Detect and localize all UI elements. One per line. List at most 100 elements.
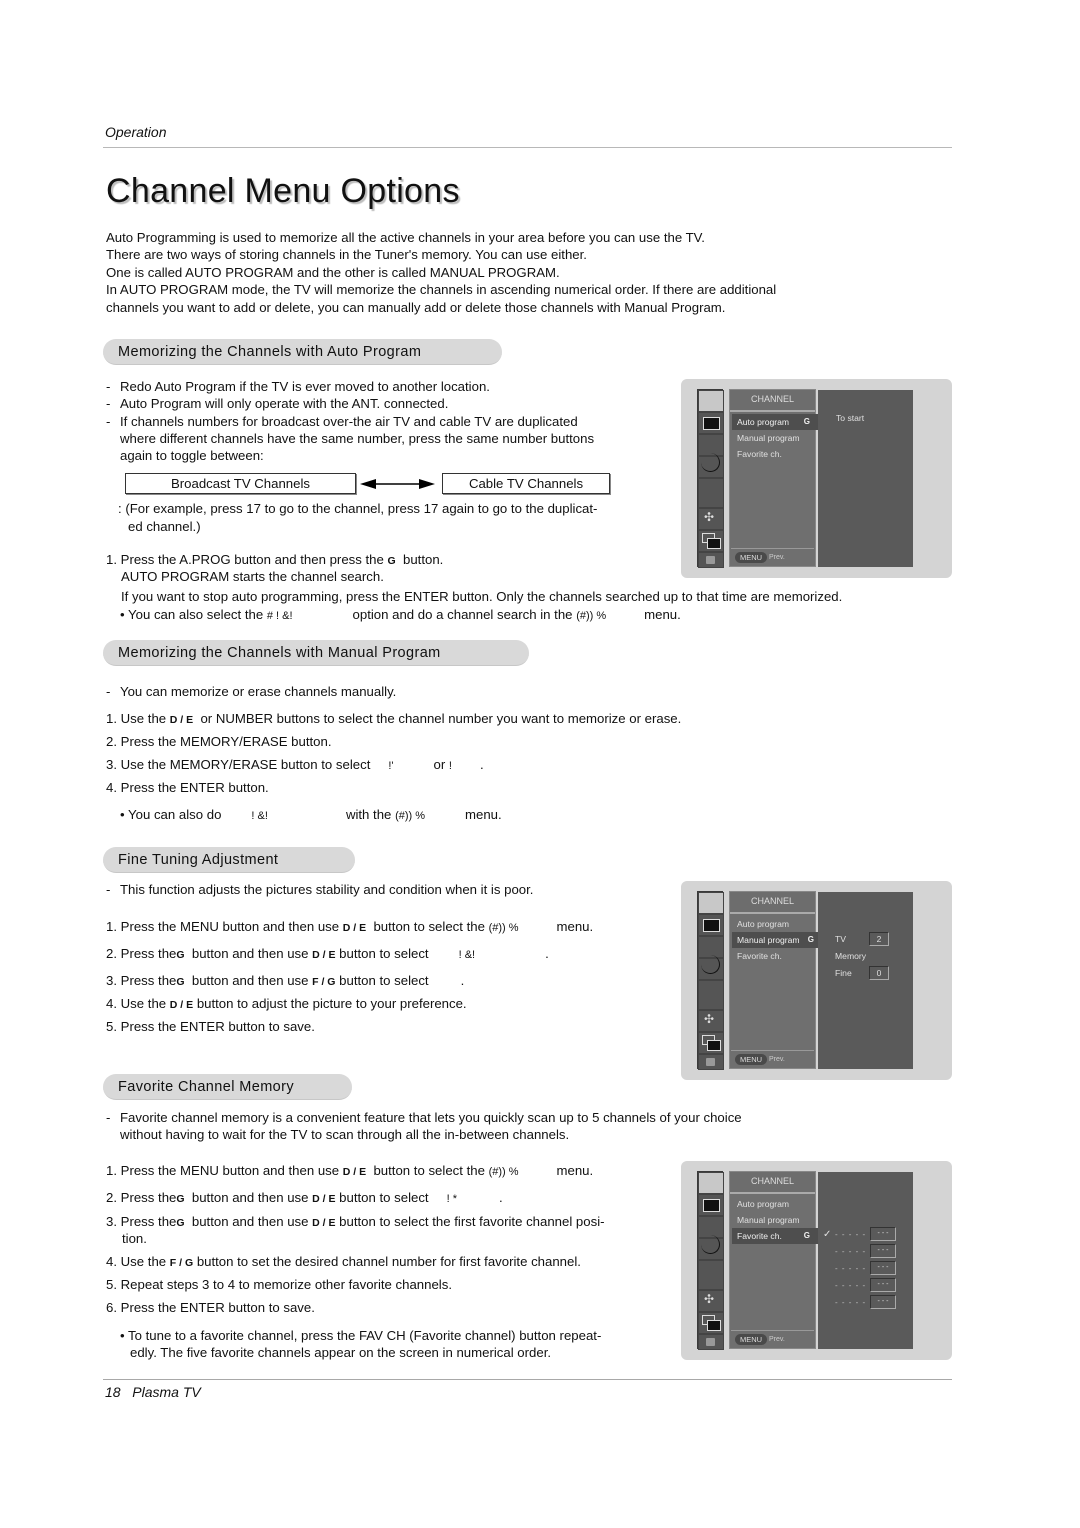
auto-program-heading: Memorizing the Channels with Auto Progra…: [103, 339, 502, 365]
step: 4. Use the D / E button to adjust the pi…: [106, 996, 467, 1011]
step: 3. Use the MEMORY/ERASE button to select…: [106, 757, 484, 772]
bullet: - Redo Auto Program if the TV is ever mov…: [106, 379, 490, 394]
time-icon: [698, 453, 724, 478]
bullet-continuation: where different channels have the same n…: [120, 431, 595, 446]
step: 3. Press theG button and then use F / G …: [106, 973, 465, 988]
example-text: : (For example, press 17 to go to the ch…: [118, 501, 598, 516]
page-footer: 18 Plasma TV: [105, 1384, 201, 1400]
osd-icon-bar: ✣: [697, 891, 724, 1070]
fav-slot-name: - - - - -: [835, 1298, 867, 1307]
section-label: Operation: [105, 124, 167, 140]
step-continuation: AUTO PROGRAM starts the channel search.: [121, 569, 384, 584]
bullet-continuation: without having to wait for the TV to sca…: [120, 1127, 570, 1142]
pip-icon: [698, 530, 724, 552]
channel-icon: ✣: [698, 1290, 724, 1312]
osd-icon-bar: ✣: [697, 1171, 724, 1350]
osd-prev-label: Prev.: [769, 1056, 785, 1063]
tip: • To tune to a favorite channel, press t…: [120, 1328, 602, 1343]
osd-item-favorite-ch[interactable]: Favorite ch.: [732, 948, 816, 964]
step: 1. Press the MENU button and then use D …: [106, 1163, 594, 1178]
intro-line: In AUTO PROGRAM mode, the TV will memori…: [106, 282, 777, 298]
favorite-channel-heading: Favorite Channel Memory: [103, 1074, 352, 1100]
pip-icon: [698, 1312, 724, 1334]
osd-item-manual-program[interactable]: Manual program: [732, 430, 816, 446]
fav-slot-value[interactable]: - - -: [870, 1261, 896, 1275]
step-continuation: tion.: [122, 1231, 147, 1246]
osd-item-auto-program[interactable]: Auto program: [732, 1196, 816, 1212]
osd-memory-label[interactable]: Memory: [835, 951, 866, 961]
step: 2. Press theG button and then use D / E …: [106, 1190, 503, 1205]
step: 5. Repeat steps 3 to 4 to memorize other…: [106, 1277, 452, 1292]
fav-slot-name: - - - - -: [835, 1281, 867, 1290]
channel-icon: ✣: [698, 508, 724, 530]
osd-icon-bar: ✣: [697, 389, 724, 568]
osd-menu-title: CHANNEL: [730, 892, 815, 914]
tv-osd-manual-program: ✣ TV 2 Memory Fine 0 CHANNEL Auto progra…: [681, 881, 952, 1080]
step: 4. Press the ENTER button.: [106, 780, 269, 795]
top-divider: [103, 147, 952, 148]
step: 1. Press the MENU button and then use D …: [106, 919, 594, 934]
osd-item-auto-program[interactable]: Auto program: [732, 916, 816, 932]
stop-note: If you want to stop auto programming, pr…: [121, 589, 843, 604]
bullet: - This function adjusts the pictures stab…: [106, 882, 534, 897]
tip: • You can also select the # ! &! option a…: [120, 607, 681, 622]
osd-item-manual-program[interactable]: Manual program G: [732, 932, 818, 948]
channel-icon: ✣: [698, 1010, 724, 1032]
blank-icon: [698, 478, 724, 508]
osd-prev-label: Prev.: [769, 554, 785, 561]
intro-line: channels you want to add or delete, you …: [106, 299, 726, 315]
fav-slot-value[interactable]: - - -: [870, 1227, 896, 1241]
step: 4. Use the F / G button to set the desir…: [106, 1254, 581, 1269]
product-name: Plasma TV: [132, 1384, 201, 1400]
tv-osd-auto-program: ✣ To start CHANNEL Auto program G Manual …: [681, 379, 952, 578]
bullet: - If channels numbers for broadcast over-…: [106, 414, 578, 429]
osd-tv-value[interactable]: 2: [869, 932, 889, 946]
time-icon: [698, 1235, 724, 1260]
osd-item-favorite-ch[interactable]: Favorite ch.: [732, 446, 816, 462]
manual-program-heading: Memorizing the Channels with Manual Prog…: [103, 640, 529, 666]
picture-icon: [698, 412, 724, 434]
osd-menu-button[interactable]: MENU: [735, 1334, 768, 1345]
right-arrow-icon: G: [807, 935, 814, 944]
intro-line: One is called AUTO PROGRAM and the other…: [106, 264, 560, 280]
up-down-button-glyph: D / E: [169, 714, 194, 726]
bullet-continuation: again to toggle between:: [120, 448, 264, 463]
osd-footer: MENU Prev.: [731, 548, 814, 565]
bullet: - Favorite channel memory is a convenient…: [106, 1110, 742, 1125]
fav-slot-value[interactable]: - - -: [870, 1295, 896, 1309]
picture-icon: [698, 1194, 724, 1216]
example-text: ed channel.): [128, 519, 201, 534]
tip: • You can also do! &! with the (#)) % menu…: [120, 807, 502, 822]
setup-icon: [698, 390, 724, 412]
lock-icon: [698, 552, 724, 568]
osd-fine-label: Fine: [835, 968, 852, 978]
right-arrow-button-glyph: G: [387, 555, 396, 567]
osd-hint: To start: [836, 413, 865, 423]
osd-footer: MENU Prev.: [731, 1050, 814, 1067]
pip-icon: [698, 1032, 724, 1054]
osd-fine-value[interactable]: 0: [869, 966, 889, 980]
osd-footer: MENU Prev.: [731, 1330, 814, 1347]
step: 6. Press the ENTER button to save.: [106, 1300, 315, 1315]
bullet: - Auto Program will only operate with the…: [106, 396, 449, 411]
bottom-divider: [103, 1379, 952, 1380]
osd-item-manual-program[interactable]: Manual program: [732, 1212, 816, 1228]
intro-paragraph: Auto Programming is used to memorize all…: [106, 229, 886, 316]
osd-item-favorite-ch[interactable]: Favorite ch. G: [732, 1228, 818, 1244]
right-arrow-icon: G: [803, 1231, 810, 1240]
osd-menu-button[interactable]: MENU: [735, 552, 768, 563]
osd-prev-label: Prev.: [769, 1336, 785, 1343]
osd-item-auto-program[interactable]: Auto program G: [732, 414, 818, 430]
cable-channels-box: Cable TV Channels: [442, 473, 610, 494]
time-icon: [698, 955, 724, 980]
step: 2. Press the MEMORY/ERASE button.: [106, 734, 332, 749]
fav-slot-value[interactable]: - - -: [870, 1278, 896, 1292]
osd-menu-button[interactable]: MENU: [735, 1054, 768, 1065]
page-title: Channel Menu Options: [106, 172, 460, 210]
right-arrow-icon: G: [803, 417, 810, 426]
osd-menu-panel: CHANNEL Auto program G Manual program Fav…: [729, 389, 818, 567]
bullet: - You can memorize or erase channels manu…: [106, 684, 397, 699]
fav-slot-value[interactable]: - - -: [870, 1244, 896, 1258]
tv-osd-favorite-channel: ✣ ✓ - - - - - - - - - - - - - - - - - - …: [681, 1161, 952, 1360]
osd-detail-panel: TV 2 Memory Fine 0: [818, 892, 913, 1069]
